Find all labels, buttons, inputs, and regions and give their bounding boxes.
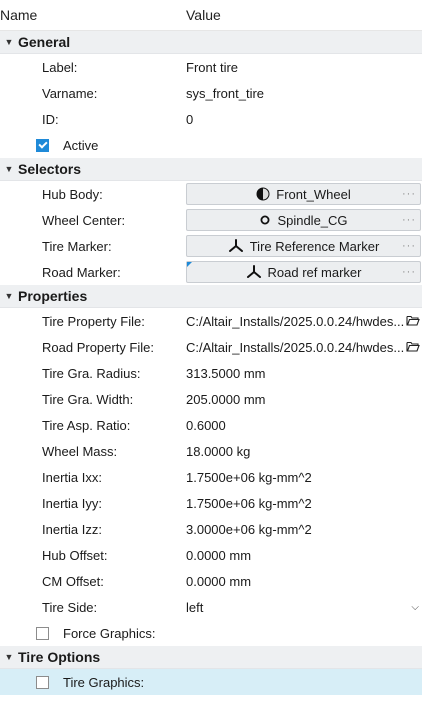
row-road-property-file: Road Property File: C:/Altair_Installs/2… [0, 334, 422, 360]
inertia-iyy-value[interactable]: 1.7500e+06 kg-mm^2 [186, 496, 422, 511]
section-title: Selectors [18, 161, 82, 177]
section-selectors[interactable]: ▼ Selectors [0, 158, 422, 181]
section-title: Tire Options [18, 649, 101, 665]
tire-graphics-checkbox[interactable] [36, 675, 49, 689]
row-force-graphics: Force Graphics: [0, 620, 422, 646]
marker-icon [228, 239, 244, 253]
row-tire-property-file: Tire Property File: C:/Altair_Installs/2… [0, 308, 422, 334]
section-general[interactable]: ▼ General [0, 31, 422, 54]
inertia-ixx-value[interactable]: 1.7500e+06 kg-mm^2 [186, 470, 422, 485]
tire-marker-selector[interactable]: Tire Reference Marker ··· [186, 235, 421, 257]
marker-icon [246, 265, 262, 279]
cm-offset-value[interactable]: 0.0000 mm [186, 574, 422, 589]
tire-radius-value[interactable]: 313.5000 mm [186, 366, 422, 381]
row-wheel-mass: Wheel Mass: 18.0000 kg [0, 438, 422, 464]
tire-width-value[interactable]: 205.0000 mm [186, 392, 422, 407]
section-tire-options[interactable]: ▼ Tire Options [0, 646, 422, 669]
row-hub-offset: Hub Offset: 0.0000 mm [0, 542, 422, 568]
section-title: General [18, 34, 71, 50]
row-tire-marker: Tire Marker: Tire Reference Marker ··· [0, 233, 422, 259]
caret-down-icon[interactable]: ▼ [0, 291, 18, 301]
more-options-icon[interactable]: ··· [402, 214, 416, 226]
row-wheel-center: Wheel Center: Spindle_CG ··· [0, 207, 422, 233]
more-options-icon[interactable]: ··· [402, 266, 416, 278]
modified-indicator [187, 262, 192, 267]
road-marker-selector[interactable]: Road ref marker ··· [186, 261, 421, 283]
active-label: Active [63, 137, 99, 153]
more-options-icon[interactable]: ··· [402, 188, 416, 200]
row-tire-graphics[interactable]: Tire Graphics: [0, 669, 422, 695]
row-inertia-ixx: Inertia Ixx: 1.7500e+06 kg-mm^2 [0, 464, 422, 490]
folder-open-icon[interactable] [406, 314, 420, 329]
row-inertia-izz: Inertia Izz: 3.0000e+06 kg-mm^2 [0, 516, 422, 542]
row-id: ID: 0 [0, 106, 422, 132]
tire-graphics-label: Tire Graphics: [63, 674, 145, 690]
name-column-header: Name [0, 7, 38, 23]
more-options-icon[interactable]: ··· [402, 240, 416, 252]
row-hub-body: Hub Body: Front_Wheel ··· [0, 181, 422, 207]
point-icon [259, 214, 271, 226]
tire-property-file-value[interactable]: C:/Altair_Installs/2025.0.0.24/hwdes... [186, 314, 404, 329]
hub-offset-value[interactable]: 0.0000 mm [186, 548, 422, 563]
section-title: Properties [18, 288, 88, 304]
inertia-izz-value[interactable]: 3.0000e+06 kg-mm^2 [186, 522, 422, 537]
property-panel: Name Value ▼ General Label: Front tire V… [0, 0, 422, 706]
road-property-file-value[interactable]: C:/Altair_Installs/2025.0.0.24/hwdes... [186, 340, 404, 355]
row-tire-aspect: Tire Asp. Ratio: 0.6000 [0, 412, 422, 438]
chevron-down-icon[interactable]: ⌵ [411, 602, 419, 613]
value-column-header: Value [186, 7, 221, 23]
body-sphere-icon [256, 187, 270, 201]
tire-side-dropdown[interactable]: left ⌵ [186, 600, 421, 615]
row-active: Active [0, 132, 422, 158]
row-label: Label: Front tire [0, 54, 422, 80]
row-tire-radius: Tire Gra. Radius: 313.5000 mm [0, 360, 422, 386]
row-tire-width: Tire Gra. Width: 205.0000 mm [0, 386, 422, 412]
force-graphics-label: Force Graphics: [63, 625, 156, 641]
row-tire-side: Tire Side: left ⌵ [42, 599, 421, 615]
force-graphics-checkbox[interactable] [36, 626, 49, 640]
caret-down-icon[interactable]: ▼ [0, 652, 18, 662]
tire-aspect-value[interactable]: 0.6000 [186, 418, 422, 433]
caret-down-icon[interactable]: ▼ [0, 164, 18, 174]
id-value: 0 [186, 111, 194, 127]
label-value[interactable]: Front tire [186, 60, 422, 75]
row-road-marker: Road Marker: Road ref marker ··· [0, 259, 422, 285]
table-header: Name Value [0, 0, 422, 31]
row-varname: Varname: sys_front_tire [0, 80, 422, 106]
folder-open-icon[interactable] [406, 340, 420, 355]
wheel-center-selector[interactable]: Spindle_CG ··· [186, 209, 421, 231]
varname-value[interactable]: sys_front_tire [186, 86, 422, 101]
row-cm-offset: CM Offset: 0.0000 mm [0, 568, 422, 594]
wheel-mass-value[interactable]: 18.0000 kg [186, 444, 422, 459]
hub-body-selector[interactable]: Front_Wheel ··· [186, 183, 421, 205]
active-checkbox[interactable] [36, 138, 49, 152]
caret-down-icon[interactable]: ▼ [0, 37, 18, 47]
row-inertia-iyy: Inertia Iyy: 1.7500e+06 kg-mm^2 [0, 490, 422, 516]
section-properties[interactable]: ▼ Properties [0, 285, 422, 308]
